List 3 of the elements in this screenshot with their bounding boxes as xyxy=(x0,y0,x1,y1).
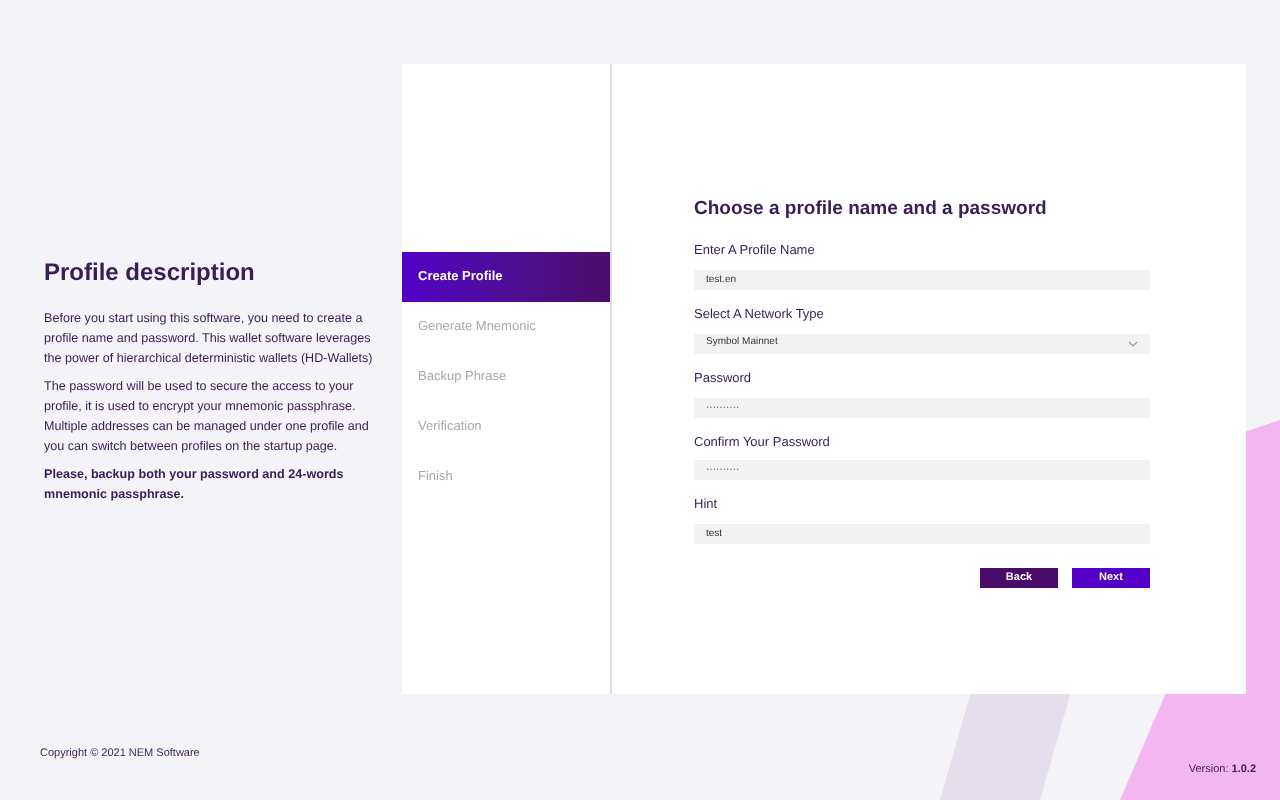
form-title: Choose a profile name and a password xyxy=(694,196,1049,224)
chevron-down-icon xyxy=(1128,339,1138,348)
description-title: Profile description xyxy=(44,255,257,289)
